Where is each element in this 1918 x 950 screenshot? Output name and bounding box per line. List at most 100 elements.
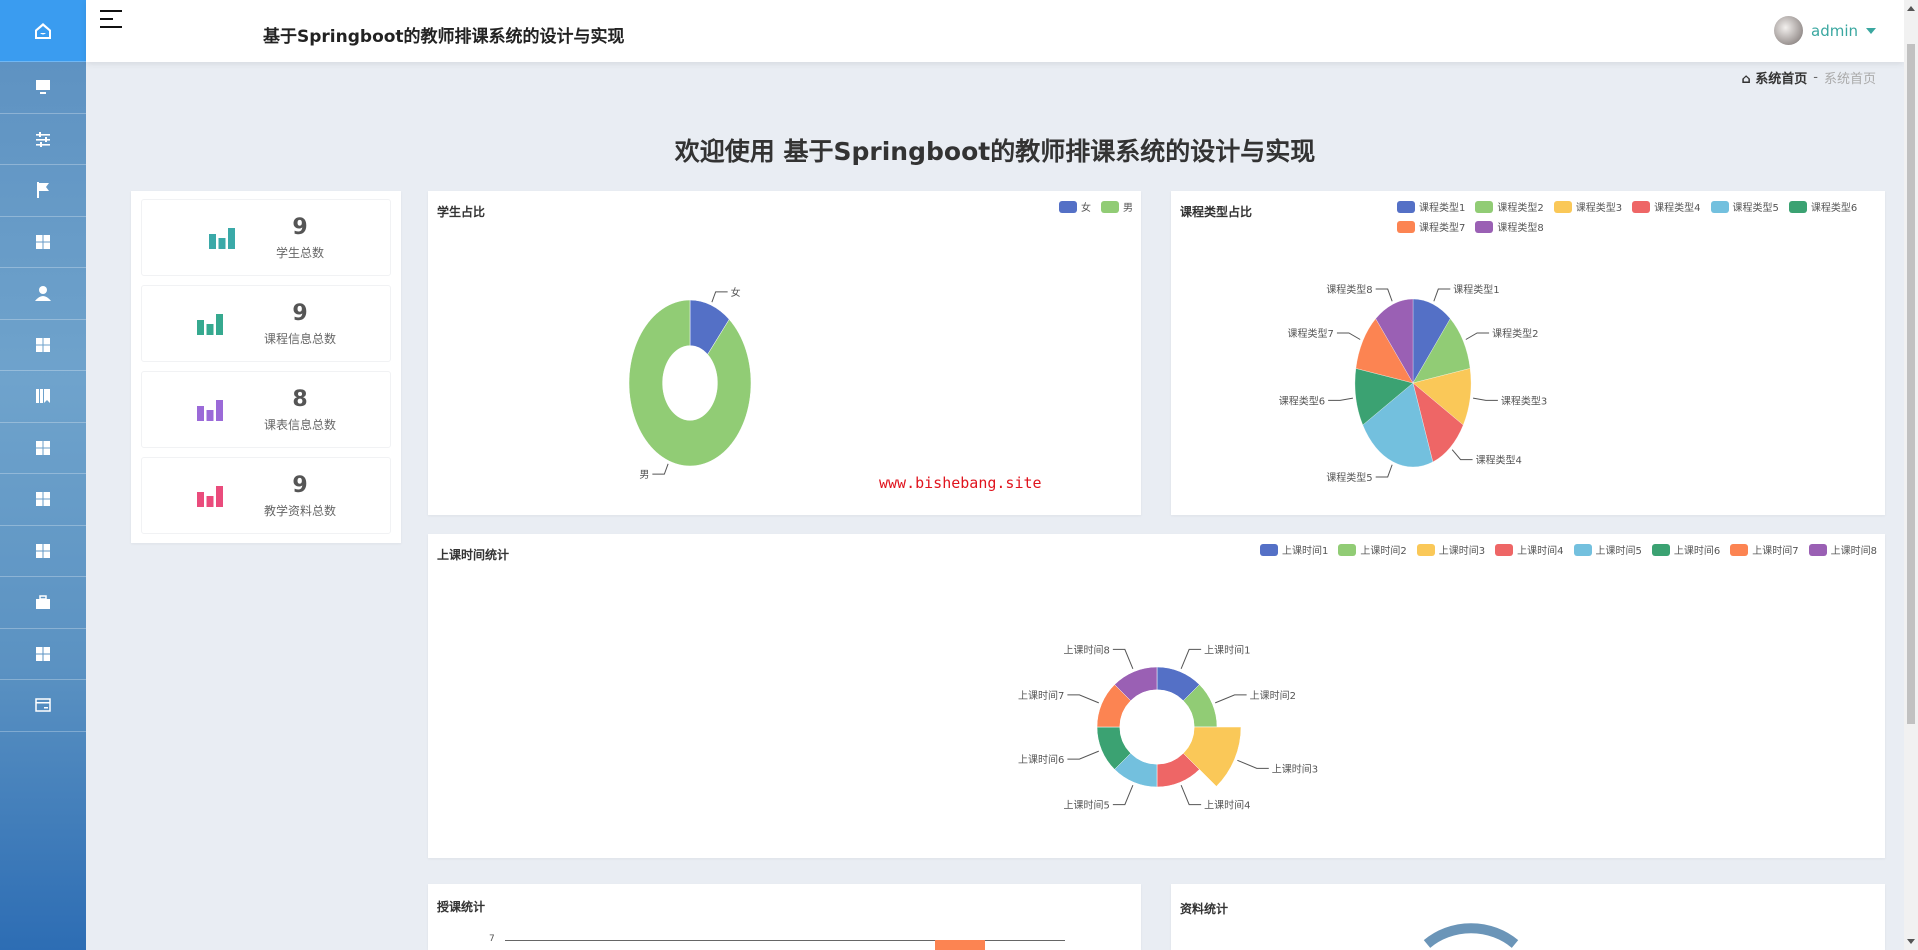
class-time-card: 上课时间1 上课时间2 上课时间3 上课时间4 上课时间5 上课时间6 上课时间7 上课时间8…	[428, 534, 1885, 858]
sliders-icon	[34, 130, 52, 148]
bar-chart-icon	[196, 398, 224, 422]
label-line	[1237, 760, 1268, 768]
breadcrumb-home-label: 系统首页	[1755, 72, 1807, 87]
pie-chart: 女男	[428, 191, 1141, 515]
stat-card: 9 教学资料总数	[141, 457, 391, 534]
label-line	[1113, 649, 1133, 668]
slice-label: 课程类型7	[1288, 327, 1334, 340]
stat-value: 9	[264, 301, 336, 326]
slice-label: 男	[639, 469, 649, 481]
card-title: 课程类型占比	[1180, 203, 1252, 220]
breadcrumb-current: 系统首页	[1824, 68, 1876, 87]
sidebar-item-4[interactable]	[0, 165, 86, 217]
card-title: 授课统计	[437, 898, 485, 915]
top-header: 基于Springboot的教师排课系统的设计与实现 admin	[86, 0, 1904, 62]
chart-legend: 课程类型1 课程类型2 课程类型3 课程类型4 课程类型5 课程类型6 课程类型7 课程类型8	[1397, 199, 1877, 234]
sidebar-item-7[interactable]	[0, 320, 86, 372]
breadcrumb-separator: -	[1813, 70, 1818, 85]
grid-icon	[34, 439, 52, 457]
stat-label: 课表信息总数	[264, 416, 336, 433]
label-line	[1215, 695, 1246, 703]
grid-icon	[34, 490, 52, 508]
grid-icon	[34, 645, 52, 663]
app-title: 基于Springboot的教师排课系统的设计与实现	[263, 22, 625, 47]
slice-label: 上课时间2	[1250, 689, 1296, 702]
flag-icon	[34, 181, 52, 199]
sidebar-item-5[interactable]	[0, 217, 86, 269]
scrollbar-thumb[interactable]	[1907, 44, 1915, 724]
legend-item[interactable]: 课程类型6	[1789, 199, 1857, 214]
label-line	[1337, 333, 1360, 340]
label-line	[1181, 649, 1201, 668]
sidebar-item-12[interactable]	[0, 577, 86, 629]
legend-item[interactable]: 课程类型4	[1632, 199, 1700, 214]
breadcrumb: ⌂ 系统首页 - 系统首页	[1741, 68, 1876, 87]
stat-label: 教学资料总数	[264, 502, 336, 519]
legend-item[interactable]: 上课时间5	[1574, 542, 1642, 557]
legend-item[interactable]: 课程类型8	[1475, 219, 1543, 234]
slice-label: 课程类型6	[1279, 394, 1325, 407]
legend-item[interactable]: 上课时间1	[1260, 542, 1328, 557]
sidebar-item-1[interactable]	[0, 0, 86, 62]
slice-label: 上课时间8	[1063, 643, 1109, 656]
sidebar-item-9[interactable]	[0, 423, 86, 475]
slice-label: 课程类型5	[1326, 471, 1372, 484]
stat-card: 9课程信息总数	[141, 285, 391, 362]
legend-item[interactable]: 课程类型3	[1554, 199, 1622, 214]
sidebar-item-11[interactable]	[0, 526, 86, 578]
user-icon	[34, 284, 52, 302]
page-title: 欢迎使用 基于Springboot的教师排课系统的设计与实现	[86, 132, 1904, 168]
bar-chart-icon	[196, 484, 224, 508]
teaching-stats-card: 授课统计 7	[428, 884, 1141, 950]
slice-label: 课程类型1	[1453, 283, 1499, 296]
stat-value: 9	[264, 473, 336, 498]
label-line	[1376, 465, 1392, 477]
legend-item[interactable]: 男	[1101, 199, 1133, 214]
menu-toggle-icon[interactable]	[100, 10, 122, 32]
slice-label: 上课时间5	[1063, 799, 1109, 812]
sidebar-item-2[interactable]	[0, 62, 86, 114]
label-line	[1067, 695, 1098, 703]
user-menu[interactable]: admin	[1774, 16, 1876, 45]
book-icon	[34, 387, 52, 405]
legend-item[interactable]: 女	[1059, 199, 1091, 214]
sidebar-item-3[interactable]	[0, 114, 86, 166]
page-scrollbar[interactable]	[1904, 0, 1918, 950]
legend-item[interactable]: 课程类型2	[1475, 199, 1543, 214]
slice-label: 课程类型3	[1501, 394, 1547, 407]
sidebar-item-8[interactable]	[0, 371, 86, 423]
slice-label: 上课时间4	[1204, 799, 1250, 812]
label-line	[1376, 289, 1392, 301]
label-line	[1181, 785, 1201, 804]
label-line	[1466, 333, 1489, 340]
sidebar-item-10[interactable]	[0, 474, 86, 526]
legend-item[interactable]: 上课时间6	[1652, 542, 1720, 557]
legend-item[interactable]: 上课时间2	[1338, 542, 1406, 557]
legend-item[interactable]: 课程类型7	[1397, 219, 1465, 234]
stat-value: 9	[276, 215, 324, 240]
sidebar-item-6[interactable]	[0, 268, 86, 320]
legend-item[interactable]: 上课时间3	[1417, 542, 1485, 557]
legend-item[interactable]: 课程类型5	[1711, 199, 1779, 214]
legend-item[interactable]: 上课时间8	[1809, 542, 1877, 557]
sidebar-item-13[interactable]	[0, 629, 86, 681]
label-line	[1452, 450, 1472, 460]
legend-item[interactable]: 上课时间4	[1495, 542, 1563, 557]
breadcrumb-home[interactable]: ⌂ 系统首页	[1741, 68, 1807, 87]
card-title: 学生占比	[437, 203, 485, 220]
pie-chart: 课程类型1 课程类型2 课程类型3 课程类型4 课程类型5 课程类型6 课程类型7 课程类型8	[1171, 191, 1885, 515]
grid-icon	[34, 233, 52, 251]
sidebar-item-14[interactable]	[0, 680, 86, 732]
material-stats-card: 资料统计	[1171, 884, 1885, 950]
briefcase-icon	[34, 593, 52, 611]
slice-label: 上课时间1	[1204, 643, 1250, 656]
stat-card: 8课表信息总数	[141, 371, 391, 448]
chart-legend: 上课时间1 上课时间2 上课时间3 上课时间4 上课时间5 上课时间6 上课时间7 上课时间8	[1260, 542, 1877, 557]
slice-label: 上课时间6	[1018, 753, 1064, 766]
caret-down-icon	[1866, 28, 1876, 34]
bar	[935, 940, 985, 950]
legend-item[interactable]: 上课时间7	[1730, 542, 1798, 557]
sidebar	[0, 0, 86, 950]
legend-item[interactable]: 课程类型1	[1397, 199, 1465, 214]
bar-chart-icon	[208, 226, 236, 250]
